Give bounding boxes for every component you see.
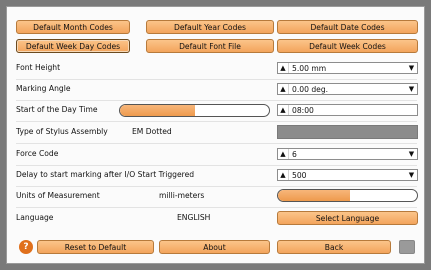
units-value: milli-meters	[159, 191, 205, 200]
delay-value: 500	[292, 170, 307, 180]
default-date-codes-button[interactable]: Default Date Codes	[277, 20, 418, 34]
row-divider	[16, 186, 417, 187]
marking-angle-spinner[interactable]: ▲ 0.00 deg. ▼	[277, 83, 418, 95]
dropdown-arrow-icon[interactable]: ▼	[406, 84, 417, 94]
dropdown-arrow-icon[interactable]: ▼	[406, 170, 417, 180]
disabled-button	[399, 240, 415, 254]
row-divider	[16, 100, 417, 101]
font-height-label: Font Height	[16, 63, 61, 72]
row-divider	[16, 143, 417, 144]
row-divider	[16, 121, 417, 122]
about-button[interactable]: About	[159, 240, 270, 254]
default-month-codes-button[interactable]: Default Month Codes	[16, 20, 130, 34]
start-of-day-slider-fill	[120, 105, 195, 116]
units-slider[interactable]	[277, 189, 418, 202]
increment-icon[interactable]: ▲	[278, 84, 289, 94]
stylus-label: Type of Stylus Assembly	[16, 127, 108, 136]
increment-icon[interactable]: ▲	[278, 170, 289, 180]
dropdown-arrow-icon[interactable]: ▼	[406, 63, 417, 73]
force-code-spinner[interactable]: ▲ 6 ▼	[277, 148, 418, 160]
force-code-value: 6	[292, 149, 297, 159]
default-week-day-codes-button[interactable]: Default Week Day Codes	[16, 39, 130, 53]
reset-to-default-button[interactable]: Reset to Default	[37, 240, 154, 254]
help-icon[interactable]: ?	[19, 240, 33, 254]
marking-angle-label: Marking Angle	[16, 84, 71, 93]
units-slider-fill	[278, 190, 351, 201]
stylus-disabled-field	[277, 125, 418, 139]
default-font-file-button[interactable]: Default Font File	[146, 39, 274, 53]
start-of-day-label: Start of the Day Time	[16, 105, 98, 114]
delay-spinner[interactable]: ▲ 500 ▼	[277, 169, 418, 181]
units-label: Units of Measurement	[16, 191, 100, 200]
font-height-spinner[interactable]: ▲ 5.00 mm ▼	[277, 62, 418, 74]
default-week-codes-button[interactable]: Default Week Codes	[277, 39, 418, 53]
delay-label: Delay to start marking after I/O Start T…	[16, 170, 195, 179]
row-divider	[16, 79, 417, 80]
increment-icon[interactable]: ▲	[278, 63, 289, 73]
back-button[interactable]: Back	[277, 240, 391, 254]
settings-panel: Default Month Codes Default Year Codes D…	[6, 6, 425, 264]
increment-icon[interactable]: ▲	[278, 105, 289, 115]
row-divider	[16, 207, 417, 208]
language-value: ENGLISH	[177, 213, 211, 222]
font-height-value: 5.00 mm	[292, 63, 327, 73]
marking-angle-value: 0.00 deg.	[292, 84, 329, 94]
select-language-button[interactable]: Select Language	[277, 211, 418, 225]
language-label: Language	[16, 213, 54, 222]
dropdown-arrow-icon[interactable]: ▼	[406, 149, 417, 159]
start-of-day-slider[interactable]	[119, 104, 270, 117]
increment-icon[interactable]: ▲	[278, 149, 289, 159]
start-of-day-spinner[interactable]: ▲ 08:00	[277, 104, 418, 116]
stylus-value: EM Dotted	[132, 127, 172, 136]
row-divider	[16, 165, 417, 166]
start-of-day-value: 08:00	[292, 105, 314, 115]
force-code-label: Force Code	[16, 149, 59, 158]
default-year-codes-button[interactable]: Default Year Codes	[146, 20, 274, 34]
